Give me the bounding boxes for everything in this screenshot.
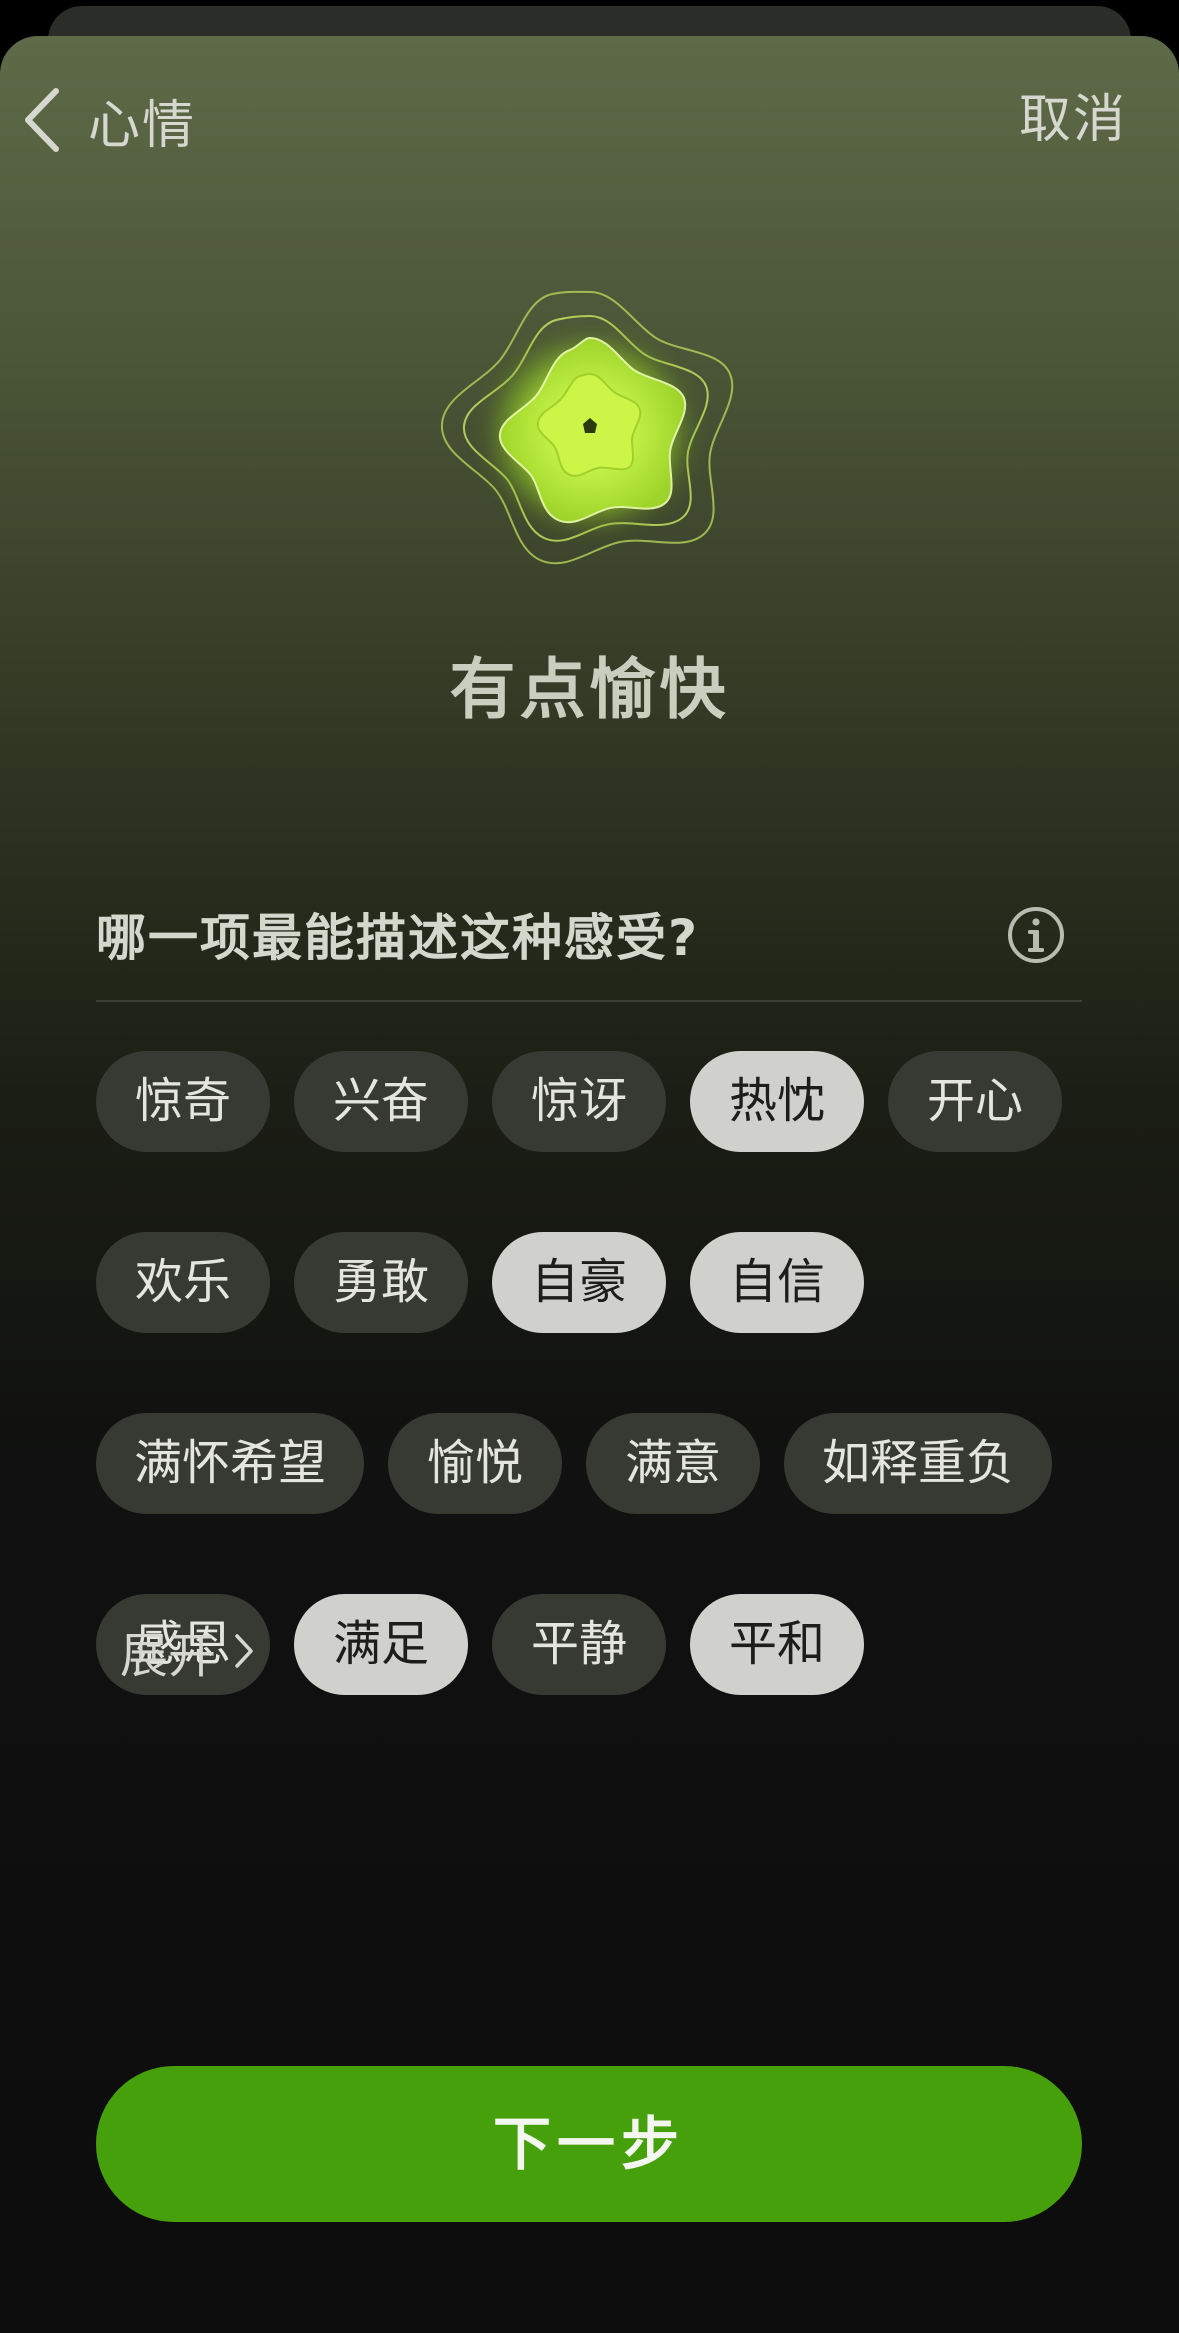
emotion-tag-selected[interactable]: 自信 [690, 1232, 864, 1333]
emotion-tag[interactable]: 愉悦 [388, 1413, 563, 1514]
emotion-tag[interactable]: 勇敢 [294, 1232, 468, 1333]
emotion-tag[interactable]: 满意 [586, 1413, 761, 1514]
next-step-button[interactable]: 下一步 [96, 2066, 1082, 2222]
back-button[interactable]: 心情 [22, 80, 196, 160]
divider [96, 1000, 1082, 1002]
cancel-button[interactable]: 取消 [1019, 80, 1127, 160]
emotion-tag[interactable]: 惊奇 [96, 1051, 270, 1152]
mood-emblem-icon [420, 246, 760, 586]
emotion-tag[interactable]: 兴奋 [294, 1051, 468, 1152]
top-nav: 心情 取消 [0, 36, 1179, 196]
emotion-tag[interactable]: 满怀希望 [96, 1413, 365, 1514]
emotion-tag[interactable]: 欢乐 [96, 1232, 270, 1333]
expand-button[interactable]: 展开 [120, 1616, 254, 1686]
mood-sheet: 心情 取消 有点愉快 哪一项最能描述这种感受? 惊奇 兴奋 惊讶 热忱 开心 欢… [0, 36, 1179, 2333]
emotion-tag-selected[interactable]: 热忱 [690, 1051, 864, 1152]
mood-title: 有点愉快 [449, 651, 730, 728]
info-icon[interactable] [1006, 905, 1066, 965]
expand-label: 展开 [120, 1628, 217, 1684]
chevron-left-icon [25, 88, 59, 152]
emotion-tag-selected[interactable]: 满足 [294, 1594, 468, 1695]
question-heading: 哪一项最能描述这种感受? [96, 909, 700, 967]
emotion-tag-selected[interactable]: 平和 [690, 1594, 864, 1695]
emotion-tag[interactable]: 平静 [492, 1594, 666, 1695]
emotion-tag[interactable]: 如释重负 [784, 1413, 1053, 1514]
emotion-tag-selected[interactable]: 自豪 [492, 1232, 666, 1333]
back-label: 心情 [88, 95, 197, 156]
emotion-tag[interactable]: 惊讶 [492, 1051, 666, 1152]
chevron-right-icon [235, 1634, 253, 1668]
emotion-tag[interactable]: 开心 [888, 1051, 1062, 1152]
emotion-tag-list: 惊奇 兴奋 惊讶 热忱 开心 欢乐 勇敢 自豪 自信 满怀希望 愉悦 满意 如释重负 感恩 满足 平静 平和 [96, 1051, 1096, 1695]
